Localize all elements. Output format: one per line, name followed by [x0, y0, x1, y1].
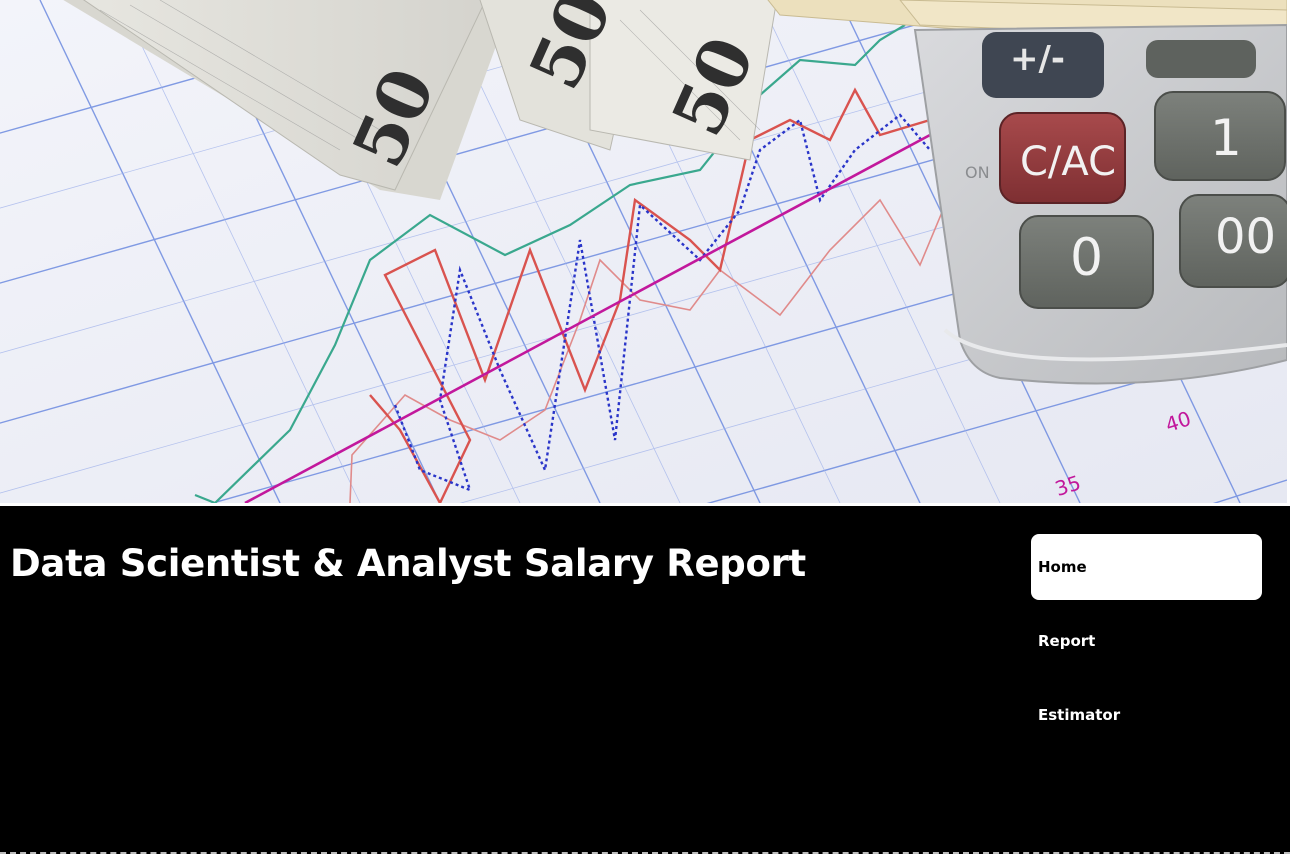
calc-key-clear: C/AC — [1020, 139, 1116, 185]
page: 35 40 50 50 50 +/- C/AC 1 0 00 ON Data S… — [0, 0, 1290, 854]
page-title: Data Scientist & Analyst Salary Report — [10, 542, 806, 585]
hero-illustration: 35 40 50 50 50 +/- C/AC 1 0 00 ON — [0, 0, 1287, 503]
main-section: Data Scientist & Analyst Salary Report H… — [0, 506, 1290, 854]
nav-item-report[interactable]: Report — [1031, 608, 1262, 674]
calc-key-1: 1 — [1210, 109, 1242, 167]
hero-banner-image: 35 40 50 50 50 +/- C/AC 1 0 00 ON — [0, 0, 1290, 503]
nav-item-home[interactable]: Home — [1031, 534, 1262, 600]
calc-on-label: ON — [965, 163, 990, 182]
nav-menu: Home Report Estimator — [1031, 534, 1262, 756]
calc-key-plus-minus: +/- — [1010, 39, 1065, 79]
calculator: +/- C/AC 1 0 00 ON — [913, 23, 1287, 385]
nav-item-estimator[interactable]: Estimator — [1031, 682, 1262, 748]
calc-key-0: 0 — [1070, 228, 1103, 288]
calc-key-00: 00 — [1215, 209, 1276, 265]
